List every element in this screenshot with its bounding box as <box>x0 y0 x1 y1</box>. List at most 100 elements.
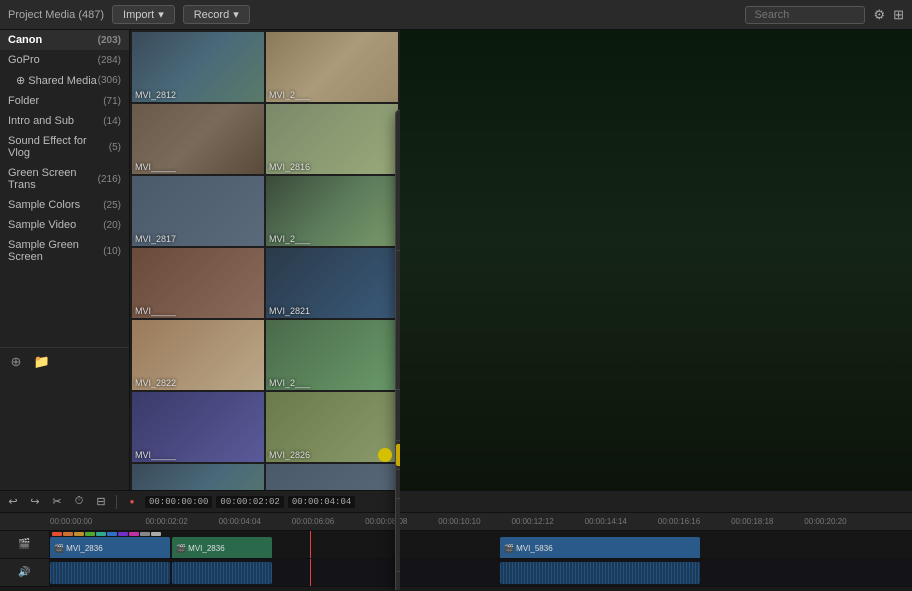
ctx-ungroup[interactable]: Ungroup Ctrl+Alt+G <box>396 364 400 386</box>
ctx-color-effect[interactable]: Color Effect Ctrl+Alt+C <box>396 502 400 524</box>
thumb-label: MVI_2812 <box>135 90 176 100</box>
import-button[interactable]: Import ▾ <box>112 5 175 24</box>
ruler-mark: 00:00:16:16 <box>642 517 715 526</box>
ctx-duration[interactable]: Duration <box>396 298 400 320</box>
color-mark <box>140 532 150 536</box>
ctx-split[interactable]: Split Ctrl+B <box>396 254 400 276</box>
color-mark <box>63 532 73 536</box>
record-indicator: ● <box>123 493 141 511</box>
audio-clip[interactable] <box>172 562 272 584</box>
sidebar-item-sound-effect[interactable]: Sound Effect for Vlog (5) <box>0 131 129 163</box>
ctx-color-match[interactable]: Color Match Alt+M <box>396 473 400 495</box>
media-thumb[interactable]: MVI_2822 <box>132 320 264 390</box>
record-button[interactable]: Record ▾ <box>183 5 250 24</box>
sidebar-item-count: (10) <box>103 246 121 257</box>
time-display-3: 00:00:04:04 <box>288 496 355 508</box>
media-thumb[interactable]: MVI_2___ <box>266 32 398 102</box>
redo-button[interactable]: ↪ <box>26 493 44 511</box>
audio-clip[interactable] <box>50 562 170 584</box>
ruler-mark: 00:00:12:12 <box>496 517 569 526</box>
clock-icon[interactable]: ⏱ <box>70 493 88 511</box>
sidebar-item-label: Sample Green Screen <box>8 239 103 263</box>
sidebar-item-canon[interactable]: Canon (203) <box>0 30 129 50</box>
timeline-toolbar: ↩ ↪ ✂ ⏱ ⊟ ● 00:00:00:00 00:00:02:02 00:0… <box>0 491 912 513</box>
ctx-cut[interactable]: Cut Ctrl+X <box>396 115 400 137</box>
sidebar-item-shared-media[interactable]: ⊕ Shared Media (306) <box>0 70 129 91</box>
folder-icon[interactable]: 📁 <box>32 352 52 372</box>
sidebar-item-green-screen[interactable]: Green Screen Trans (216) <box>0 163 129 195</box>
sidebar-item-gopro[interactable]: GoPro (284) <box>0 50 129 70</box>
ctx-mute[interactable]: Mute Ctrl+Shift+M <box>396 320 400 342</box>
undo-button[interactable]: ↩ <box>4 493 22 511</box>
scissors-icon[interactable]: ✂ <box>48 493 66 511</box>
color-marks-bar <box>50 532 912 536</box>
align-icon[interactable]: ⊟ <box>92 493 110 511</box>
thumb-label: MVI_2___ <box>269 90 310 100</box>
record-dropdown-arrow: ▾ <box>233 8 239 21</box>
filter-icon[interactable]: ⚙ <box>873 7 885 23</box>
cursor-indicator <box>378 448 392 462</box>
media-thumb[interactable]: MVI_____ <box>132 104 264 174</box>
media-thumb[interactable]: MVI_____ <box>132 248 264 318</box>
thumb-label: MVI_2822 <box>135 378 176 388</box>
clip-label: 🎬 MVI_2836 <box>176 544 225 553</box>
ctx-paste-effect[interactable]: Paste Effect Ctrl+Alt+V <box>396 524 400 546</box>
ruler-mark: 00:00:04:04 <box>203 517 276 526</box>
sidebar-item-intro-sub[interactable]: Intro and Sub (14) <box>0 111 129 131</box>
ctx-add-animation[interactable]: Add Animation <box>396 393 400 415</box>
media-thumb[interactable]: MVI_2816 <box>266 104 398 174</box>
timeline-section: ↩ ↪ ✂ ⏱ ⊟ ● 00:00:00:00 00:00:02:02 00:0… <box>0 490 912 590</box>
ctx-close-gap[interactable]: Close Gap Alt+Del <box>396 225 400 247</box>
time-display-2: 00:00:02:02 <box>216 496 283 508</box>
audio-clip[interactable] <box>500 562 700 584</box>
sidebar-item-label: Canon <box>8 34 42 46</box>
media-thumb[interactable]: MVI_____ <box>132 392 264 462</box>
search-input[interactable] <box>745 6 865 24</box>
sidebar-item-sample-video[interactable]: Sample Video (20) <box>0 215 129 235</box>
media-thumb[interactable]: MVI_2___ <box>266 320 398 390</box>
timeline-ruler: 00:00:00:00 00:00:02:02 00:00:04:04 00:0… <box>0 513 912 531</box>
ruler-mark: 00:00:02:02 <box>130 517 203 526</box>
add-folder-icon[interactable]: ⊕ <box>6 352 26 372</box>
media-thumb[interactable]: MVI_2___ <box>266 176 398 246</box>
sidebar-item-count: (71) <box>103 96 121 107</box>
ctx-separator-6 <box>396 571 400 572</box>
sidebar-item-folder[interactable]: Folder (71) <box>0 91 129 111</box>
ctx-enable-snap[interactable]: ✓ Enable Timeline Snap <box>396 575 400 590</box>
sidebar-item-sample-green[interactable]: Sample Green Screen (10) <box>0 235 129 267</box>
ctx-crop-to-fit[interactable]: Crop to Fit <box>396 276 400 298</box>
sidebar-item-label: Sound Effect for Vlog <box>8 135 109 159</box>
sidebar-item-sample-colors[interactable]: Sample Colors (25) <box>0 195 129 215</box>
sidebar-item-label: GoPro <box>8 54 40 66</box>
ctx-copy[interactable]: Copy Ctrl+C <box>396 137 400 159</box>
audio-track-row: 🔊 <box>0 559 912 587</box>
video-track-content[interactable]: 🎬 MVI_2836 🎬 MVI_2836 🎬 MVI_5836 <box>50 531 912 558</box>
media-thumb[interactable]: MVI_2817 <box>132 176 264 246</box>
media-thumb[interactable]: MVI_2821 <box>266 248 398 318</box>
grid-icon[interactable]: ⊞ <box>893 7 904 23</box>
ruler-mark: 00:00:00:00 <box>50 517 130 526</box>
audio-icon: 🔊 <box>18 567 30 578</box>
ctx-group[interactable]: Group Ctrl+G <box>396 342 400 364</box>
timeline-clip[interactable]: 🎬 MVI_2836 <box>50 537 170 558</box>
media-thumb[interactable]: MVI_2812 <box>132 32 264 102</box>
ctx-clear-keyframes[interactable]: Clear All Keyframes <box>396 415 400 437</box>
ctx-beat-audio[interactable]: Beat Audio <box>396 444 400 466</box>
color-mark <box>151 532 161 536</box>
sidebar-item-count: (284) <box>98 55 121 66</box>
timeline-clip[interactable]: 🎬 MVI_5836 <box>500 537 700 558</box>
sidebar-item-label: Intro and Sub <box>8 115 74 127</box>
video-content: inter l... <box>400 30 912 550</box>
color-mark <box>74 532 84 536</box>
playhead[interactable] <box>310 531 311 558</box>
ctx-paste[interactable]: Paste Ctrl+V <box>396 159 400 181</box>
thumb-label: MVI_____ <box>135 450 176 460</box>
thumb-label: MVI_2816 <box>269 162 310 172</box>
timeline-clip[interactable]: 🎬 MVI_2836 <box>172 537 272 558</box>
ctx-ripple-delete[interactable]: Ripple Delete Shift+Del <box>396 203 400 225</box>
ctx-delete[interactable]: Delete Del <box>396 181 400 203</box>
clip-label: 🎬 MVI_2836 <box>54 544 103 553</box>
toolbar-divider <box>116 495 117 509</box>
ctx-delete-effect[interactable]: Delete Effect <box>396 546 400 568</box>
audio-track-content[interactable] <box>50 559 912 586</box>
